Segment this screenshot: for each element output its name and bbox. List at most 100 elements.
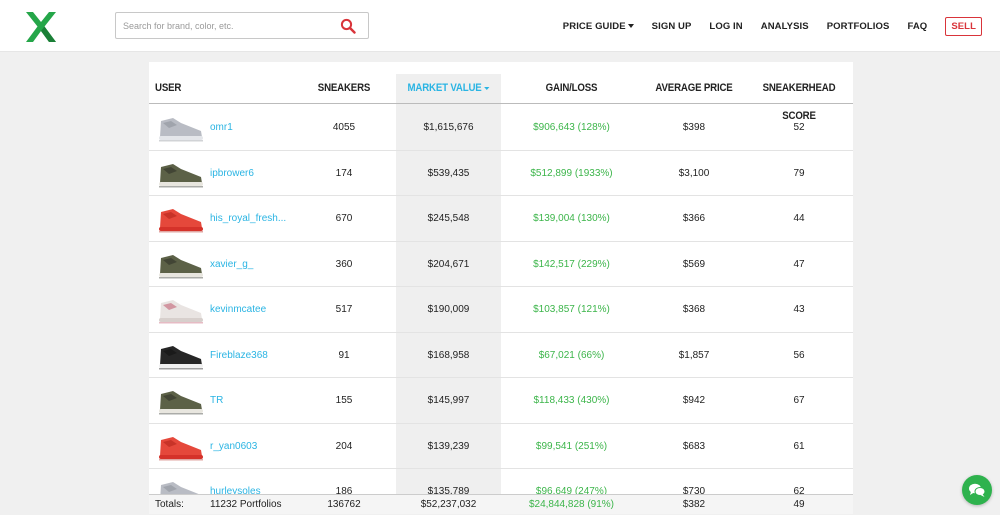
sneaker-thumbnail: [159, 118, 203, 142]
average-price: $683: [682, 440, 706, 452]
header-market-value[interactable]: MARKET VALUE: [402, 74, 494, 104]
sneakerhead-score: 61: [793, 440, 805, 452]
average-price: $366: [682, 213, 706, 224]
average-price: $569: [682, 258, 706, 270]
header-gain-loss[interactable]: GAIN/LOSS: [521, 74, 622, 104]
sneakers-count: 360: [335, 258, 353, 270]
sneakers-count: 670: [335, 213, 353, 224]
table-body: omr1 4055 $1,615,676 $906,643 (128%) $398 52 i…: [149, 105, 853, 514]
sneakers-count: 4055: [332, 122, 356, 133]
sneakers-count: 204: [335, 440, 353, 452]
table-row[interactable]: ipbrower6 174 $539,435 $512,899 (1933%) $3,1…: [149, 151, 853, 197]
market-value: $139,239: [427, 440, 470, 452]
top-header: PRICE GUIDE SIGN UP LOG IN ANALYSIS PORT…: [0, 0, 1000, 52]
totals-gain-loss: $24,844,828 (91%): [528, 499, 615, 510]
table-row[interactable]: r_yan0603 204 $139,239 $99,541 (251%) $683 61: [149, 424, 853, 470]
gain-loss: $118,433 (430%): [533, 395, 610, 406]
username-link[interactable]: ipbrower6: [210, 151, 254, 197]
market-value: $145,997: [427, 395, 470, 406]
header-user[interactable]: USER: [155, 74, 181, 104]
market-value: $204,671: [427, 258, 470, 270]
sneakerhead-score: 67: [793, 395, 805, 406]
table-row[interactable]: omr1 4055 $1,615,676 $906,643 (128%) $398 52: [149, 105, 853, 151]
table-header: USER SNEAKERS MARKET VALUE GAIN/LOSS AVE…: [149, 74, 853, 122]
totals-market-value: $52,237,032: [420, 499, 477, 510]
sneakers-count: 174: [335, 167, 353, 179]
search-icon[interactable]: [340, 18, 356, 34]
nav-price-guide[interactable]: PRICE GUIDE: [563, 21, 634, 32]
sneaker-thumbnail: [159, 391, 203, 415]
header-market-value-label: MARKET VALUE: [407, 82, 482, 94]
market-value: $1,615,676: [423, 122, 474, 133]
sell-button[interactable]: SELL: [945, 16, 982, 36]
nav-portfolios[interactable]: PORTFOLIOS: [827, 21, 890, 32]
username-link[interactable]: xavier_g_: [210, 242, 253, 288]
nav-faq[interactable]: FAQ: [907, 21, 927, 32]
gain-loss: $512,899 (1933%): [530, 167, 613, 179]
search-box: [115, 12, 369, 39]
chat-button[interactable]: [962, 475, 992, 505]
username-link[interactable]: omr1: [210, 105, 233, 151]
totals-label: Totals:: [155, 499, 184, 510]
market-value: $539,435: [427, 167, 470, 179]
nav-analysis[interactable]: ANALYSIS: [761, 21, 809, 32]
stockx-x-logo[interactable]: [24, 10, 58, 44]
totals-average-price: $382: [682, 499, 706, 510]
sneakerhead-score: 44: [793, 213, 805, 224]
username-link[interactable]: Fireblaze368: [210, 333, 268, 379]
gain-loss: $103,857 (121%): [533, 304, 610, 315]
sneakers-count: 155: [335, 395, 353, 406]
totals-sneakers: 136762: [327, 499, 361, 510]
table-row[interactable]: kevinmcatee 517 $190,009 $103,857 (121%) $36…: [149, 287, 853, 333]
totals-score: 49: [793, 499, 805, 510]
average-price: $942: [682, 395, 706, 406]
sneaker-thumbnail: [159, 436, 203, 460]
sneakerhead-score: 52: [793, 122, 805, 133]
sneakerhead-score: 43: [793, 304, 805, 315]
sneakerhead-score: 56: [793, 349, 805, 361]
sneaker-thumbnail: [159, 163, 203, 187]
header-average-price[interactable]: AVERAGE PRICE: [650, 74, 738, 104]
table-row[interactable]: TR 155 $145,997 $118,433 (430%) $942 67: [149, 378, 853, 424]
sneaker-thumbnail: [159, 254, 203, 278]
gain-loss: $139,004 (130%): [533, 213, 610, 224]
average-price: $398: [682, 122, 706, 133]
sneaker-thumbnail: [159, 209, 203, 233]
nav-price-guide-label: PRICE GUIDE: [562, 20, 626, 32]
table-row[interactable]: his_royal_fresh... 670 $245,548 $139,004 (1…: [149, 196, 853, 242]
search-input[interactable]: [123, 18, 333, 34]
nav-log-in[interactable]: LOG IN: [709, 21, 742, 32]
gain-loss: $99,541 (251%): [535, 440, 608, 452]
username-link[interactable]: his_royal_fresh...: [210, 196, 286, 242]
sneakers-count: 517: [335, 304, 353, 315]
average-price: $368: [682, 304, 706, 315]
sneaker-thumbnail: [159, 300, 203, 324]
market-value: $168,958: [427, 349, 470, 361]
totals-portfolios: 11232 Portfolios: [210, 499, 282, 510]
gain-loss: $906,643 (128%): [533, 122, 610, 133]
market-value: $190,009: [427, 304, 470, 315]
sort-desc-icon: [484, 86, 490, 90]
table-row[interactable]: Fireblaze368 91 $168,958 $67,021 (66%) $1,85…: [149, 333, 853, 379]
sneakerhead-score: 79: [793, 167, 805, 179]
gain-loss: $142,517 (229%): [533, 258, 610, 270]
average-price: $1,857: [678, 349, 710, 361]
header-sneakers[interactable]: SNEAKERS: [309, 74, 379, 104]
gain-loss: $67,021 (66%): [538, 349, 605, 361]
username-link[interactable]: TR: [210, 378, 223, 424]
main-nav: PRICE GUIDE SIGN UP LOG IN ANALYSIS PORT…: [545, 0, 982, 52]
sneakerhead-score: 47: [793, 258, 805, 270]
market-value: $245,548: [427, 213, 470, 224]
username-link[interactable]: r_yan0603: [210, 424, 257, 470]
chevron-down-icon: [627, 24, 634, 28]
sneaker-thumbnail: [159, 345, 203, 369]
sneakers-count: 91: [338, 349, 350, 361]
totals-row: Totals: 11232 Portfolios 136762 $52,237,…: [149, 494, 853, 514]
chat-bubbles-icon: [969, 483, 986, 497]
portfolio-leaderboard: USER SNEAKERS MARKET VALUE GAIN/LOSS AVE…: [149, 62, 853, 514]
username-link[interactable]: kevinmcatee: [210, 287, 266, 333]
header-sneakerhead-score[interactable]: SNEAKERHEAD SCORE: [746, 74, 852, 122]
table-row[interactable]: xavier_g_ 360 $204,671 $142,517 (229%) $569 4…: [149, 242, 853, 288]
average-price: $3,100: [678, 167, 710, 179]
nav-sign-up[interactable]: SIGN UP: [652, 21, 692, 32]
